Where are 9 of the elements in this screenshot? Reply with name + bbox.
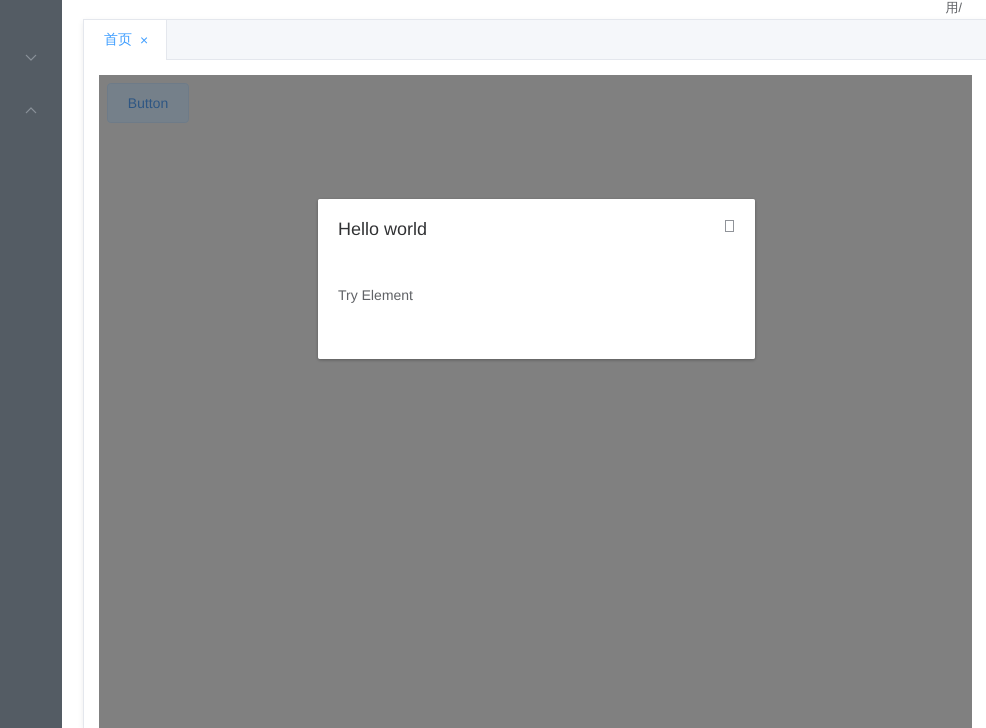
chevron-up-icon[interactable] bbox=[25, 106, 37, 114]
chevron-down-icon[interactable] bbox=[25, 54, 37, 62]
close-icon[interactable]: × bbox=[140, 32, 148, 48]
dialog-text: Try Element bbox=[338, 287, 414, 303]
tab[interactable]: 首页 × bbox=[84, 20, 168, 60]
breadcrumb: 用/ bbox=[945, 0, 962, 16]
button[interactable]: Button bbox=[107, 83, 189, 123]
box-icon[interactable] bbox=[725, 220, 734, 232]
dialog-title: Hello world bbox=[338, 219, 428, 240]
